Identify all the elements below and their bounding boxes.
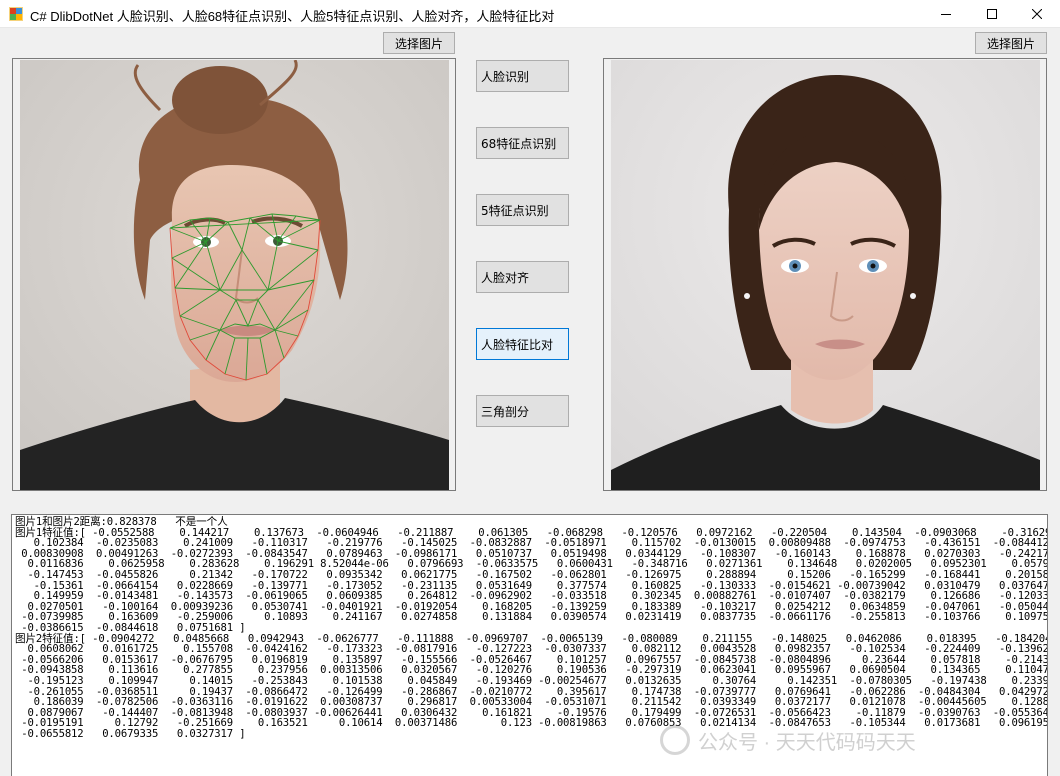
left-face-image — [20, 60, 449, 490]
result-line: -0.147453 -0.0455826 0.21342 -0.170722 0… — [15, 568, 1048, 581]
select-image-right-button[interactable]: 选择图片 — [975, 32, 1047, 54]
minimize-icon — [941, 14, 951, 15]
maximize-icon — [987, 9, 997, 19]
maximize-button[interactable] — [969, 0, 1015, 28]
left-picture-box — [12, 58, 456, 491]
face-align-button[interactable]: 人脸对齐 — [476, 261, 569, 293]
result-line: -0.195123 0.109947 0.14015 -0.253843 0.1… — [15, 674, 1048, 687]
landmarks-5-button[interactable]: 5特征点识别 — [476, 194, 569, 226]
face-detect-button[interactable]: 人脸识别 — [476, 60, 569, 92]
right-face-image — [611, 60, 1040, 490]
result-line: -0.0386615 -0.0844618 0.0751681 ] — [15, 621, 246, 634]
result-lines: 图片1和图片2距离:0.828378 不是一个人 图片1特征值:[ -0.0552… — [15, 516, 1048, 740]
result-line: -0.0655812 0.0679335 0.0327317 ] — [15, 727, 246, 740]
window-title: C# DlibDotNet 人脸识别、人脸68特征点识别、人脸5特征点识别、人脸… — [30, 9, 555, 24]
result-textbox[interactable]: 图片1和图片2距离:0.828378 不是一个人 图片1特征值:[ -0.0552… — [11, 514, 1048, 776]
title-bar: C# DlibDotNet 人脸识别、人脸68特征点识别、人脸5特征点识别、人脸… — [0, 0, 1060, 28]
result-line: 图片1和图片2距离:0.828378 不是一个人 — [15, 516, 228, 528]
close-icon — [1032, 9, 1042, 19]
app-icon — [9, 7, 23, 21]
right-picture-box — [603, 58, 1047, 491]
landmarks-68-button[interactable]: 68特征点识别 — [476, 127, 569, 159]
triangulation-button[interactable]: 三角剖分 — [476, 395, 569, 427]
face-compare-button[interactable]: 人脸特征比对 — [476, 328, 569, 360]
select-image-left-button[interactable]: 选择图片 — [383, 32, 455, 54]
close-button[interactable] — [1014, 0, 1060, 28]
minimize-button[interactable] — [923, 0, 969, 28]
